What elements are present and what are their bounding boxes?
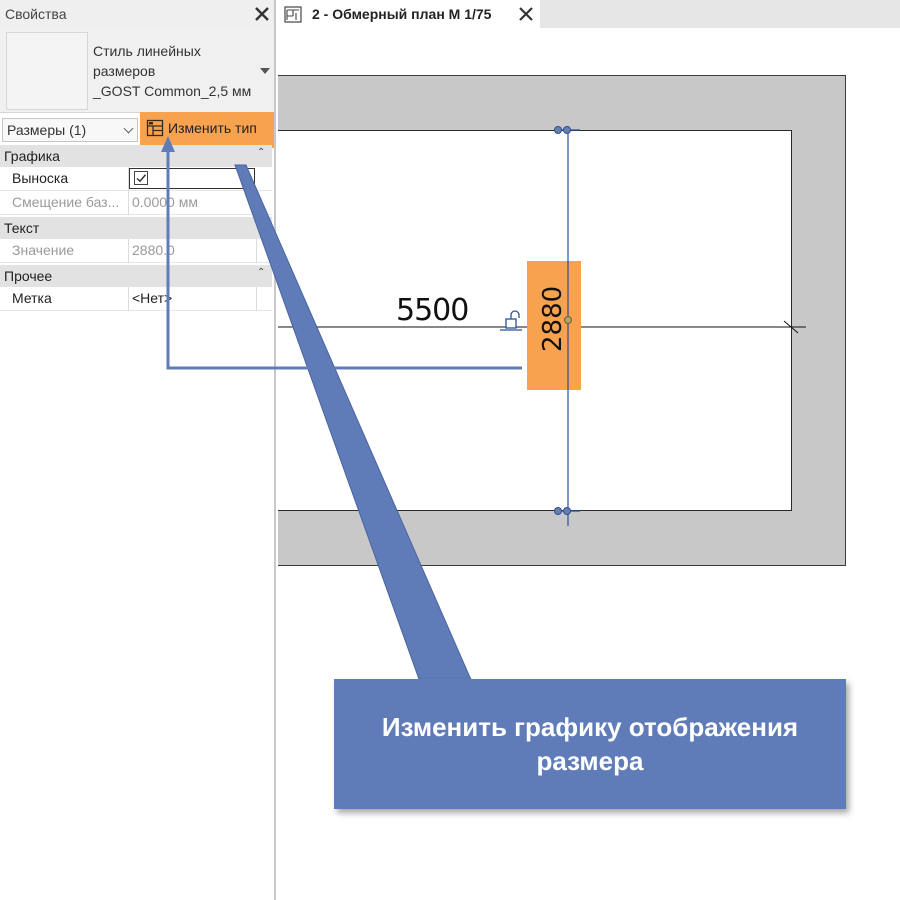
type-dropdown-arrow-icon[interactable] [260,68,270,74]
section-label: Текст [4,220,40,236]
type-selector[interactable]: Стиль линейных размеров _GOST Common_2,5… [0,28,274,113]
prop-value[interactable]: 2880.0 [132,242,175,258]
leader-checkbox[interactable] [134,171,148,185]
prop-value[interactable]: 0.0000 мм [132,194,198,210]
type-name: Стиль линейных размеров _GOST Common_2,5… [93,41,263,101]
chevron-down-icon [123,123,134,134]
prop-row-baseline-offset: Смещение баз... 0.0000 мм [0,191,272,215]
section-text[interactable]: Текст [0,217,272,239]
properties-header: Свойства [0,0,274,29]
dimension-text-2880[interactable]: 2880 [538,286,568,352]
prop-name: Смещение баз... [12,194,120,210]
divider [128,239,129,263]
filter-label: Размеры (1) [7,122,87,138]
type-name-line-1: Стиль линейных [93,43,201,59]
properties-panel: Свойства Стиль линейных размеров _GOST C… [0,0,276,900]
section-other[interactable]: Прочее ⌃ [0,265,272,287]
callout-line-2: размера [536,746,644,776]
divider [256,239,257,263]
floor-plan-icon [284,6,302,28]
instance-filter-select[interactable]: Размеры (1) [2,118,138,142]
divider [256,287,257,311]
edit-type-icon [146,119,164,142]
prop-row-value: Значение 2880.0 [0,239,272,263]
edit-type-button[interactable]: Изменить тип [140,112,274,148]
prop-name: Метка [12,290,52,306]
view-tab[interactable]: 2 - Обмерный план М 1/75 [278,0,540,28]
prop-row-label: Метка <Нет> [0,287,272,311]
leader-value-cell[interactable] [129,168,255,189]
divider [128,191,129,215]
prop-row-leader: Выноска [0,167,272,191]
section-label: Прочее [4,268,53,284]
collapse-icon[interactable]: ⌃ [257,267,265,278]
type-name-line-3: _GOST Common_2,5 мм [93,83,252,99]
divider [128,287,129,311]
collapse-icon[interactable]: ⌃ [257,147,265,158]
type-name-line-2: размеров [93,63,156,79]
prop-name: Значение [12,242,75,258]
section-label: Графика [4,148,60,164]
view-tab-label: 2 - Обмерный план М 1/75 [312,6,492,22]
callout-line-1: Изменить графику отображения [381,712,799,742]
prop-name: Выноска [12,170,69,186]
type-preview-image [6,32,88,110]
prop-value[interactable]: <Нет> [132,290,172,306]
edit-type-label: Изменить тип [168,120,257,136]
divider [256,191,257,215]
check-icon [136,174,147,183]
close-icon[interactable] [252,4,272,24]
callout-text: Изменить графику отображения размера [334,710,846,778]
panel-title: Свойства [5,6,67,22]
close-icon[interactable] [516,4,536,24]
callout-box: Изменить графику отображения размера [334,679,846,809]
view-tab-bar: 2 - Обмерный план М 1/75 [278,0,900,28]
section-graphics[interactable]: Графика ⌃ [0,145,272,167]
